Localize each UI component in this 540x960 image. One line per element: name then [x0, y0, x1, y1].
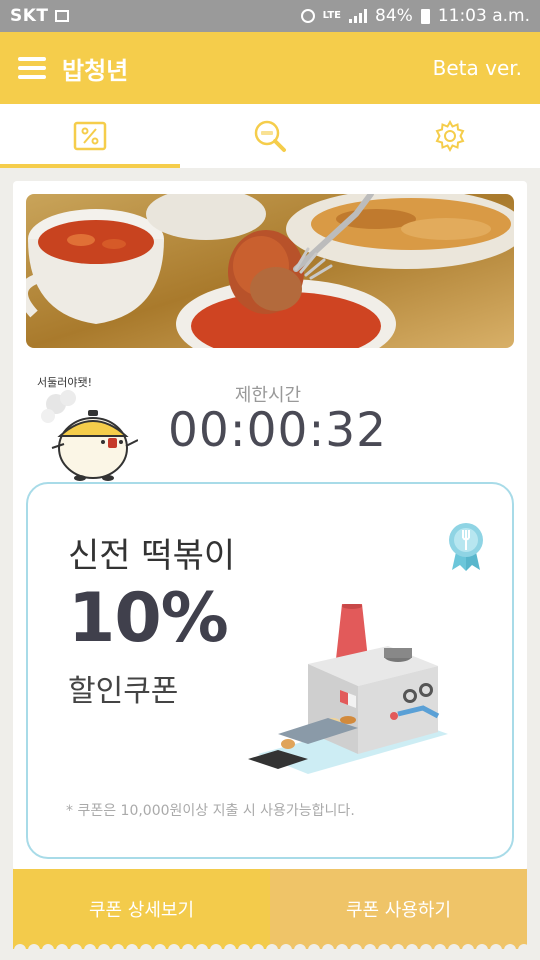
search-magnifier-icon — [254, 120, 286, 152]
food-banner-image — [26, 194, 514, 348]
menu-icon[interactable] — [18, 57, 46, 79]
battery-percent: 84% — [375, 6, 413, 26]
version-label: Beta ver. — [432, 56, 522, 80]
kitchen-illustration — [248, 603, 458, 784]
mascot-rice-cooker — [38, 386, 139, 486]
gear-icon — [435, 119, 465, 153]
status-bar: SKT LTE 84% 11:03 a.m. — [0, 0, 540, 32]
coupon-card: 서둘러야됏! 제한시간 00:00:32 신전 떡볶이 10% 할인쿠폰 * 쿠… — [13, 181, 527, 871]
signal-icon — [349, 9, 368, 23]
tab-coupon[interactable] — [0, 104, 180, 168]
battery-icon — [420, 8, 430, 24]
app-bar: 밥청년 Beta ver. — [0, 32, 540, 104]
status-right: LTE 84% 11:03 a.m. — [300, 6, 530, 26]
gallery-icon — [54, 10, 69, 22]
coupon-percent-icon — [73, 121, 107, 151]
discount-value: 10% — [68, 579, 229, 658]
tab-settings[interactable] — [360, 104, 540, 168]
carrier-label: SKT — [10, 6, 49, 26]
coupon-type: 할인쿠폰 — [68, 674, 179, 709]
coupon-box: 신전 떡볶이 10% 할인쿠폰 * 쿠폰은 10,000원이상 지출 시 사용가… — [26, 482, 514, 859]
tab-search[interactable] — [180, 104, 360, 168]
tab-bar — [0, 104, 540, 168]
network-type: LTE — [322, 10, 342, 21]
store-name: 신전 떡볶이 — [68, 536, 236, 576]
coupon-note: * 쿠폰은 10,000원이상 지출 시 사용가능합니다. — [66, 803, 355, 819]
medal-badge-icon — [446, 522, 486, 572]
countdown-timer: 00:00:32 — [168, 403, 388, 458]
ticket-edge-decoration — [14, 944, 527, 950]
clock: 11:03 a.m. — [437, 6, 530, 26]
app-title: 밥청년 — [62, 56, 129, 85]
alarm-icon — [300, 9, 315, 23]
